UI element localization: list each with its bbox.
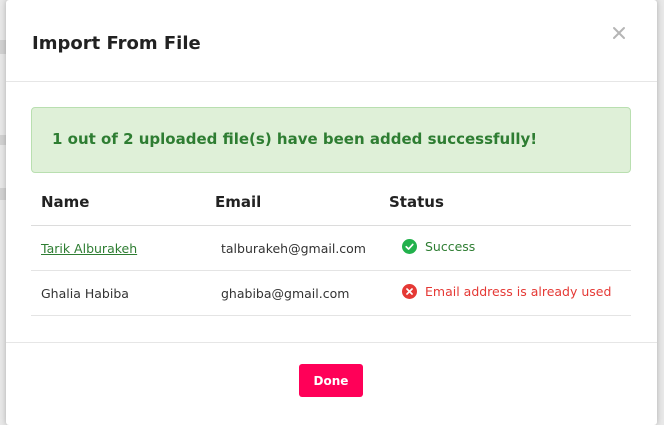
contact-name-link[interactable]: Tarik Alburakeh bbox=[41, 241, 137, 256]
import-modal: Import From File 1 out of 2 uploaded fil… bbox=[6, 0, 657, 425]
import-results-table: Name Email Status Tarik Alburakeh talbur… bbox=[31, 182, 631, 316]
table-row: Ghalia Habiba ghabiba@gmail.com Email ad… bbox=[31, 271, 631, 316]
close-icon[interactable] bbox=[611, 25, 627, 41]
contact-name: Ghalia Habiba bbox=[41, 286, 129, 301]
status-cell: Email address is already used bbox=[402, 284, 611, 299]
done-button[interactable]: Done bbox=[299, 364, 363, 397]
table-header: Name Email Status bbox=[31, 182, 631, 226]
header-status: Status bbox=[389, 193, 444, 211]
status-text: Email address is already used bbox=[425, 284, 612, 299]
modal-footer: Done bbox=[6, 342, 657, 425]
check-circle-icon bbox=[402, 239, 417, 254]
email-cell: ghabiba@gmail.com bbox=[221, 286, 350, 301]
alert-message: 1 out of 2 uploaded file(s) have been ad… bbox=[52, 130, 538, 148]
modal-title: Import From File bbox=[32, 33, 201, 54]
status-cell: Success bbox=[402, 239, 475, 254]
email-cell: talburakeh@gmail.com bbox=[221, 241, 366, 256]
table-row: Tarik Alburakeh talburakeh@gmail.com Suc… bbox=[31, 226, 631, 271]
error-circle-icon bbox=[402, 284, 417, 299]
success-alert: 1 out of 2 uploaded file(s) have been ad… bbox=[31, 107, 631, 173]
header-name: Name bbox=[41, 193, 90, 211]
modal-header: Import From File bbox=[6, 0, 657, 82]
header-email: Email bbox=[215, 193, 262, 211]
status-text: Success bbox=[425, 239, 476, 254]
